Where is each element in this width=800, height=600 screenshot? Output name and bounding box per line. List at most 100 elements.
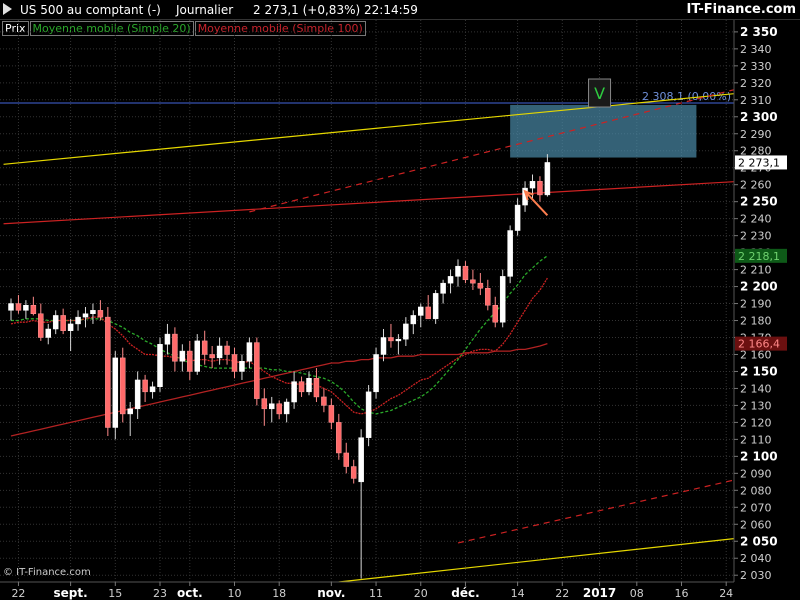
trend-line-yellow-solid[interactable] [338,538,741,582]
candle[interactable] [38,303,44,341]
candle[interactable] [112,351,119,440]
candle[interactable] [492,296,498,328]
candle[interactable] [328,398,335,430]
candle-body [172,333,178,362]
candle[interactable] [365,385,372,447]
candle-body [432,293,439,320]
candle[interactable] [209,345,215,369]
candle[interactable] [358,429,364,579]
candle[interactable] [187,340,193,380]
candle[interactable] [164,323,171,355]
x-axis: 22 sept. 15 23 oct. 10 18 nov. 11 20 déc. 14 22 2017 0… [0,581,734,600]
candle-body [224,345,230,355]
annotation-arrow[interactable] [524,190,549,216]
candle[interactable] [276,400,282,420]
candle[interactable] [485,279,491,311]
candle[interactable] [283,398,290,423]
candle[interactable] [373,347,379,399]
candle[interactable] [75,310,81,331]
trend-line-red-solid[interactable] [3,181,742,225]
candle[interactable] [462,261,469,284]
candle[interactable] [403,317,409,346]
candle[interactable] [499,269,506,328]
candle[interactable] [254,337,260,406]
candle[interactable] [60,308,66,335]
candle[interactable] [388,323,394,348]
candle[interactable] [194,334,200,375]
candle[interactable] [477,272,484,296]
candle[interactable] [8,298,14,321]
candle[interactable] [261,388,268,426]
candle-body [97,310,104,318]
candle[interactable] [52,310,59,335]
candle[interactable] [149,381,156,399]
y-tick-label: 2 210 [740,264,772,277]
candle[interactable] [246,337,253,369]
candle[interactable] [455,259,461,287]
y-tick-label: 2 060 [740,518,772,531]
y-tick-label: 2 190 [740,298,772,311]
candle-body [45,328,51,338]
candle[interactable] [67,318,74,352]
candle[interactable] [537,176,543,202]
candle-body [90,310,96,314]
candle[interactable] [380,329,387,362]
candle[interactable] [15,295,22,314]
price-chart[interactable]: 2 308,1 (0,00%)V2 030 2 040 2 050 2 060 2 07… [0,0,800,600]
x-tick-label: 24 [719,587,733,600]
candle[interactable] [350,459,357,484]
candle[interactable] [134,371,141,420]
candle[interactable] [105,306,111,436]
candle[interactable] [30,296,37,316]
candle[interactable] [82,306,89,328]
candle[interactable] [336,413,342,460]
candle-body [455,265,461,277]
candle[interactable] [507,225,513,284]
y-tick-label: 2 320 [740,77,772,90]
candle-body [8,303,14,311]
candle[interactable] [231,347,238,379]
candle[interactable] [447,269,454,294]
candle-body [194,340,200,372]
candle-body [306,378,312,393]
candle-body [395,338,402,342]
candle[interactable] [269,396,275,423]
candle[interactable] [440,279,446,304]
candle[interactable] [127,402,133,436]
candle[interactable] [23,300,29,319]
candle[interactable] [425,295,431,320]
candle-body [425,306,431,320]
candle[interactable] [90,303,96,324]
candle[interactable] [432,289,439,324]
validation-marker-label: V [594,84,605,103]
x-tick-label: 23 [153,587,167,600]
candle[interactable] [45,323,51,345]
candle[interactable] [544,154,551,197]
candle[interactable] [142,374,148,403]
candle-body [209,354,215,359]
candle[interactable] [298,376,305,397]
candle-body [529,181,536,189]
candle[interactable] [179,344,186,372]
candle[interactable] [410,310,417,335]
candle[interactable] [239,354,245,380]
candle-body [15,303,22,311]
candle-body [462,265,469,281]
candle[interactable] [157,337,163,392]
candle[interactable] [172,327,178,372]
candle-body [82,313,89,318]
candle-body [343,452,349,467]
y-tick-label: 2 050 [740,534,778,548]
candle[interactable] [321,388,327,413]
candle-body [358,437,364,483]
candle-body [201,340,208,355]
candle[interactable] [313,368,320,403]
candle[interactable] [224,340,230,365]
candle[interactable] [120,347,126,423]
series-ema [10,277,548,415]
x-tick-label: sept. [54,586,88,600]
candle[interactable] [418,303,424,328]
candle[interactable] [343,442,349,474]
candle[interactable] [514,198,521,236]
candle[interactable] [291,371,297,409]
